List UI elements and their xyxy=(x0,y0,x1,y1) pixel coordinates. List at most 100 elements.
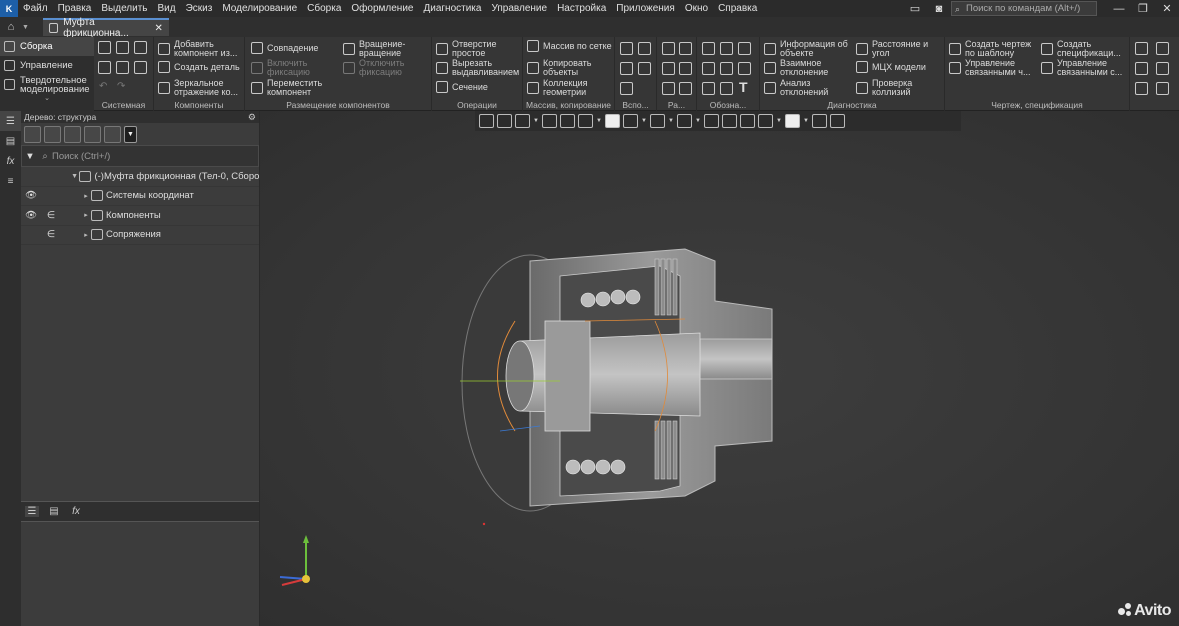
tree-row-root[interactable]: ▼ (-)Муфта фрикционная (Тел-0, Сбороч xyxy=(21,167,259,187)
panel-toggle-icon[interactable]: ▭ xyxy=(903,2,927,15)
layers-icon[interactable]: ≡ xyxy=(0,171,21,191)
print-icon[interactable] xyxy=(98,61,111,74)
eye-icon[interactable]: 👁 xyxy=(21,210,41,221)
fx-icon[interactable]: fx xyxy=(0,151,21,171)
dim-angle-icon[interactable] xyxy=(679,42,692,55)
aux-cs-icon[interactable] xyxy=(638,62,651,75)
category-management[interactable]: Управление xyxy=(0,56,94,75)
mutual-deviation-button[interactable]: Взаимное отклонение xyxy=(764,59,850,76)
section-button[interactable]: Сечение xyxy=(436,81,488,93)
create-part-button[interactable]: Создать деталь xyxy=(158,61,240,73)
filter-icon[interactable]: ▼ xyxy=(22,151,38,162)
create-drawing-button[interactable]: Создать чертеж по шаблону xyxy=(949,40,1037,57)
aux-axis-icon[interactable] xyxy=(638,42,651,55)
undo-icon[interactable]: ↶ xyxy=(99,81,107,92)
category-solid-modeling[interactable]: Твердотельное моделирование xyxy=(0,75,94,94)
geometry-collection-button[interactable]: Коллекция геометрии xyxy=(527,79,613,96)
include-icon[interactable]: ∈ xyxy=(41,210,61,221)
menu-applications[interactable]: Приложения xyxy=(611,0,680,17)
tree-view-5-icon[interactable] xyxy=(104,125,121,143)
cut-extrude-button[interactable]: Вырезать выдавливанием xyxy=(436,59,524,76)
collapse-icon[interactable]: ▼ xyxy=(70,173,80,180)
dim-other-icon[interactable] xyxy=(662,82,675,95)
save-icon[interactable] xyxy=(134,41,147,54)
tree-row-mates[interactable]: ∈ ▸ Сопряжения xyxy=(21,226,259,245)
category-assembly[interactable]: Сборка xyxy=(0,37,94,56)
tree-search-input[interactable]: ▼ ⌕ Поиск (Ctrl+/) xyxy=(21,145,259,167)
menu-help[interactable]: Справка xyxy=(713,0,762,17)
menu-sketch[interactable]: Эскиз xyxy=(181,0,218,17)
tree-view-4-icon[interactable] xyxy=(84,125,101,143)
rotation-button[interactable]: Вращение-вращение xyxy=(343,40,423,57)
designation-5-icon[interactable] xyxy=(720,62,733,75)
create-spec-button[interactable]: Создать спецификаци... xyxy=(1041,40,1129,57)
redo-icon[interactable]: ↷ xyxy=(117,81,125,92)
enable-fix-button[interactable]: Включить фиксацию xyxy=(251,59,331,76)
aux-plane-icon[interactable] xyxy=(620,62,633,75)
menu-select[interactable]: Выделить xyxy=(96,0,152,17)
tree-view-1-icon[interactable] xyxy=(24,125,41,143)
include-icon[interactable]: ∈ xyxy=(41,229,61,240)
extra-3-icon[interactable] xyxy=(1135,62,1148,75)
dim-diameter-icon[interactable] xyxy=(679,62,692,75)
simple-hole-button[interactable]: Отверстие простое xyxy=(436,40,520,57)
dim-more-icon[interactable] xyxy=(679,82,692,95)
designation-6-icon[interactable] xyxy=(738,62,751,75)
tree-row-coord-systems[interactable]: 👁 ▸ Системы координат xyxy=(21,187,259,206)
dim-linear-icon[interactable] xyxy=(662,42,675,55)
open-icon[interactable] xyxy=(116,41,129,54)
tree-options-dropdown-icon[interactable]: ▼ xyxy=(124,125,137,143)
disable-fix-button[interactable]: Отключить фиксацию xyxy=(343,59,423,76)
menu-view[interactable]: Вид xyxy=(153,0,181,17)
move-component-button[interactable]: Переместить компонент xyxy=(251,79,335,96)
tree-icon[interactable]: ☰ xyxy=(0,111,21,131)
extra-5-icon[interactable] xyxy=(1135,82,1148,95)
tree-row-components[interactable]: 👁 ∈ ▸ Компоненты xyxy=(21,206,259,226)
add-component-button[interactable]: Добавить компонент из... xyxy=(158,40,244,57)
save-as-icon[interactable] xyxy=(134,61,147,74)
menu-settings[interactable]: Настройка xyxy=(552,0,611,17)
expand-categories-icon[interactable]: ⌄ xyxy=(0,94,94,102)
deviation-analysis-button[interactable]: Анализ отклонений xyxy=(764,79,850,96)
dim-radius-icon[interactable] xyxy=(662,62,675,75)
app-logo-icon[interactable]: K xyxy=(0,0,18,17)
extra-4-icon[interactable] xyxy=(1156,62,1169,75)
extra-6-icon[interactable] xyxy=(1156,82,1169,95)
designation-8-icon[interactable] xyxy=(720,82,733,95)
properties-icon[interactable]: ▤ xyxy=(47,506,61,517)
preview-icon[interactable] xyxy=(116,61,129,74)
aux-point-icon[interactable] xyxy=(620,42,633,55)
close-window-button[interactable]: ✕ xyxy=(1155,2,1179,15)
text-tool-icon[interactable]: T xyxy=(739,79,748,95)
menu-edit[interactable]: Правка xyxy=(53,0,97,17)
extra-1-icon[interactable] xyxy=(1135,42,1148,55)
menu-window[interactable]: Окно xyxy=(680,0,713,17)
gear-icon[interactable]: ⚙ xyxy=(248,111,256,123)
command-search-input[interactable]: ⌕ Поиск по командам (Alt+/) xyxy=(951,1,1097,16)
home-icon[interactable]: ⌂ xyxy=(0,17,22,37)
eye-icon[interactable]: 👁 xyxy=(21,190,41,201)
tree-view-3-icon[interactable] xyxy=(64,125,81,143)
manage-linked-spec-button[interactable]: Управление связанными с... xyxy=(1041,59,1129,76)
close-icon[interactable]: ✕ xyxy=(155,23,163,34)
clutch-model[interactable] xyxy=(260,111,1179,626)
aux-line-icon[interactable] xyxy=(620,82,633,95)
designation-1-icon[interactable] xyxy=(702,42,715,55)
3d-viewport[interactable]: ▼ ▼ ▼ ▼ ▼ ▼ ▼ Avito xyxy=(260,111,1179,626)
extra-2-icon[interactable] xyxy=(1156,42,1169,55)
tabs-dropdown-icon[interactable]: ▼ xyxy=(22,24,29,31)
designation-3-icon[interactable] xyxy=(738,42,751,55)
designation-7-icon[interactable] xyxy=(702,82,715,95)
mass-props-button[interactable]: МЦХ модели xyxy=(856,61,926,73)
properties-icon[interactable]: ▤ xyxy=(0,131,21,151)
copy-objects-button[interactable]: Копировать объекты xyxy=(527,59,613,76)
menu-modeling[interactable]: Моделирование xyxy=(217,0,302,17)
tree-view-2-icon[interactable] xyxy=(44,125,61,143)
expand-icon[interactable]: ▸ xyxy=(81,192,91,200)
menu-diagnostics[interactable]: Диагностика xyxy=(418,0,486,17)
document-tab[interactable]: Муфта фрикционна... ✕ xyxy=(42,17,169,39)
object-info-button[interactable]: Информация об объекте xyxy=(764,40,850,57)
distance-angle-button[interactable]: Расстояние и угол xyxy=(856,40,942,57)
minimize-button[interactable]: — xyxy=(1107,3,1131,15)
menu-assembly[interactable]: Сборка xyxy=(302,0,346,17)
